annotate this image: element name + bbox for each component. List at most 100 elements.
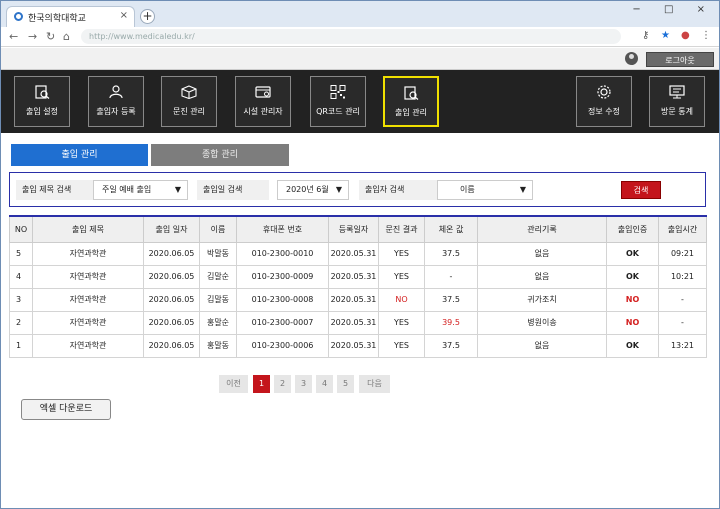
key-icon[interactable]: ⚷: [642, 30, 649, 41]
qr-code-icon: [330, 85, 346, 99]
page-button[interactable]: 1: [253, 375, 270, 393]
logout-button[interactable]: 로그아웃: [646, 52, 714, 67]
menu-visitor-register[interactable]: 출입자 등록: [88, 76, 144, 127]
star-icon[interactable]: ★: [661, 30, 670, 41]
tab-access-management[interactable]: 출입 관리: [11, 144, 148, 166]
window-controls[interactable]: − □ ×: [632, 4, 715, 15]
title-search-label: 출입 제목 검색: [16, 180, 94, 200]
user-bar: 로그아웃: [1, 48, 719, 70]
menu-label: 출입 관리: [395, 108, 427, 117]
prev-page-button[interactable]: 이전: [219, 375, 248, 393]
header-cell: 관리기록: [477, 215, 607, 243]
cell-auth: NO: [606, 287, 659, 312]
reload-icon[interactable]: ↻: [46, 30, 55, 43]
back-icon[interactable]: ←: [9, 30, 18, 43]
cell-time: 09:21: [658, 241, 707, 266]
forward-icon[interactable]: →: [28, 30, 37, 43]
table-row[interactable]: 5 자연과학관 2020.06.05 박말동 010-2300-0010 202…: [9, 241, 707, 266]
table-header-row: NO 출입 제목 출입 일자 이름 휴대폰 번호 등록일자 문진 결과 체온 값…: [9, 215, 707, 243]
page-button[interactable]: 5: [337, 375, 354, 393]
menu-kebab-icon[interactable]: ⋮: [701, 30, 711, 41]
page-button[interactable]: 4: [316, 375, 333, 393]
table-row[interactable]: 3 자연과학관 2020.06.05 김말동 010-2300-0008 202…: [9, 287, 707, 312]
table-row[interactable]: 1 자연과학관 2020.06.05 홍말동 010-2300-0006 202…: [9, 333, 707, 358]
cell-phone: 010-2300-0008: [236, 287, 329, 312]
cell-registered: 2020.05.31: [328, 241, 379, 266]
monitor-icon: [669, 85, 685, 99]
new-tab-button[interactable]: +: [140, 9, 155, 24]
excel-download-button[interactable]: 엑셀 다운로드: [21, 399, 111, 420]
menu-edit-info[interactable]: 정보 수정: [576, 76, 632, 127]
browser-tab[interactable]: 한국의학대학교 ×: [6, 6, 135, 27]
cell-name: 박말동: [199, 241, 237, 266]
menu-access-management[interactable]: 출입 관리: [383, 76, 439, 127]
cell-phone: 010-2300-0010: [236, 241, 329, 266]
document-search-icon: [35, 85, 50, 99]
next-page-button[interactable]: 다음: [359, 375, 390, 393]
browser-toolbar: ← → ↻ ⌂ http://www.medicaledu.kr/ ⚷ ★ ● …: [1, 27, 719, 47]
cell-record: 귀가조치: [477, 287, 607, 312]
date-search-label: 출입일 검색: [197, 180, 269, 200]
cell-no: 3: [9, 287, 33, 312]
person-search-select[interactable]: 이름 ▼: [437, 180, 533, 200]
header-cell: 출입인증: [606, 215, 659, 243]
menu-visit-stats[interactable]: 방문 통계: [649, 76, 705, 127]
cell-questionnaire: NO: [378, 287, 425, 312]
cell-questionnaire: YES: [378, 310, 425, 335]
cell-time: 10:21: [658, 264, 707, 289]
menu-qr-management[interactable]: QR코드 관리: [310, 76, 366, 127]
menu-label: QR코드 관리: [316, 107, 360, 116]
title-search-value: 주일 예배 출입: [102, 185, 152, 194]
cell-temperature: 37.5: [424, 241, 478, 266]
cell-questionnaire: YES: [378, 333, 425, 358]
cell-date: 2020.06.05: [143, 333, 200, 358]
close-tab-icon[interactable]: ×: [120, 10, 128, 21]
cell-record: 없음: [477, 264, 607, 289]
table-row[interactable]: 2 자연과학관 2020.06.05 홍말순 010-2300-0007 202…: [9, 310, 707, 335]
search-button[interactable]: 검색: [621, 181, 661, 199]
cell-temperature: 37.5: [424, 287, 478, 312]
cell-questionnaire: YES: [378, 264, 425, 289]
page-button[interactable]: 3: [295, 375, 312, 393]
cell-record: 없음: [477, 241, 607, 266]
header-cell: 이름: [199, 215, 237, 243]
user-avatar-icon: [625, 52, 638, 65]
cell-date: 2020.06.05: [143, 264, 200, 289]
header-cell: 출입 제목: [32, 215, 144, 243]
menu-label: 출입 설정: [26, 107, 58, 116]
person-search-label: 출입자 검색: [359, 180, 437, 200]
menu-access-settings[interactable]: 출입 설정: [14, 76, 70, 127]
cell-auth: OK: [606, 241, 659, 266]
browser-titlebar: 한국의학대학교 × + − □ ×: [1, 1, 719, 27]
document-search-icon: [404, 86, 419, 100]
cell-name: 홍말순: [199, 310, 237, 335]
home-icon[interactable]: ⌂: [63, 30, 70, 43]
cell-registered: 2020.05.31: [328, 310, 379, 335]
cell-time: -: [658, 310, 707, 335]
cell-registered: 2020.05.31: [328, 287, 379, 312]
menu-label: 정보 수정: [588, 107, 620, 116]
page-button[interactable]: 2: [274, 375, 291, 393]
browser-window: 한국의학대학교 × + − □ × ← → ↻ ⌂ http://www.med…: [0, 0, 720, 509]
cell-auth: OK: [606, 264, 659, 289]
cell-auth: OK: [606, 333, 659, 358]
header-cell: 체온 값: [424, 215, 478, 243]
tab-overall-management[interactable]: 종합 관리: [151, 144, 289, 166]
cell-date: 2020.06.05: [143, 287, 200, 312]
title-search-select[interactable]: 주일 예배 출입 ▼: [93, 180, 188, 200]
cell-name: 김말동: [199, 287, 237, 312]
cell-name: 홍말동: [199, 333, 237, 358]
cell-registered: 2020.05.31: [328, 264, 379, 289]
content-tabs: 출입 관리 종합 관리: [11, 144, 289, 166]
menu-label: 문진 관리: [173, 107, 205, 116]
table-row[interactable]: 4 자연과학관 2020.06.05 김말순 010-2300-0009 202…: [9, 264, 707, 289]
cell-name: 김말순: [199, 264, 237, 289]
date-search-select[interactable]: 2020년 6월 ▼: [277, 180, 349, 200]
box-icon: [181, 85, 197, 99]
profile-icon[interactable]: ●: [681, 30, 690, 41]
menu-questionnaire[interactable]: 문진 관리: [161, 76, 217, 127]
header-cell: 휴대폰 번호: [236, 215, 329, 243]
menu-facility-manager[interactable]: 시설 관리자: [235, 76, 291, 127]
cell-no: 4: [9, 264, 33, 289]
address-bar[interactable]: http://www.medicaledu.kr/: [81, 29, 621, 44]
